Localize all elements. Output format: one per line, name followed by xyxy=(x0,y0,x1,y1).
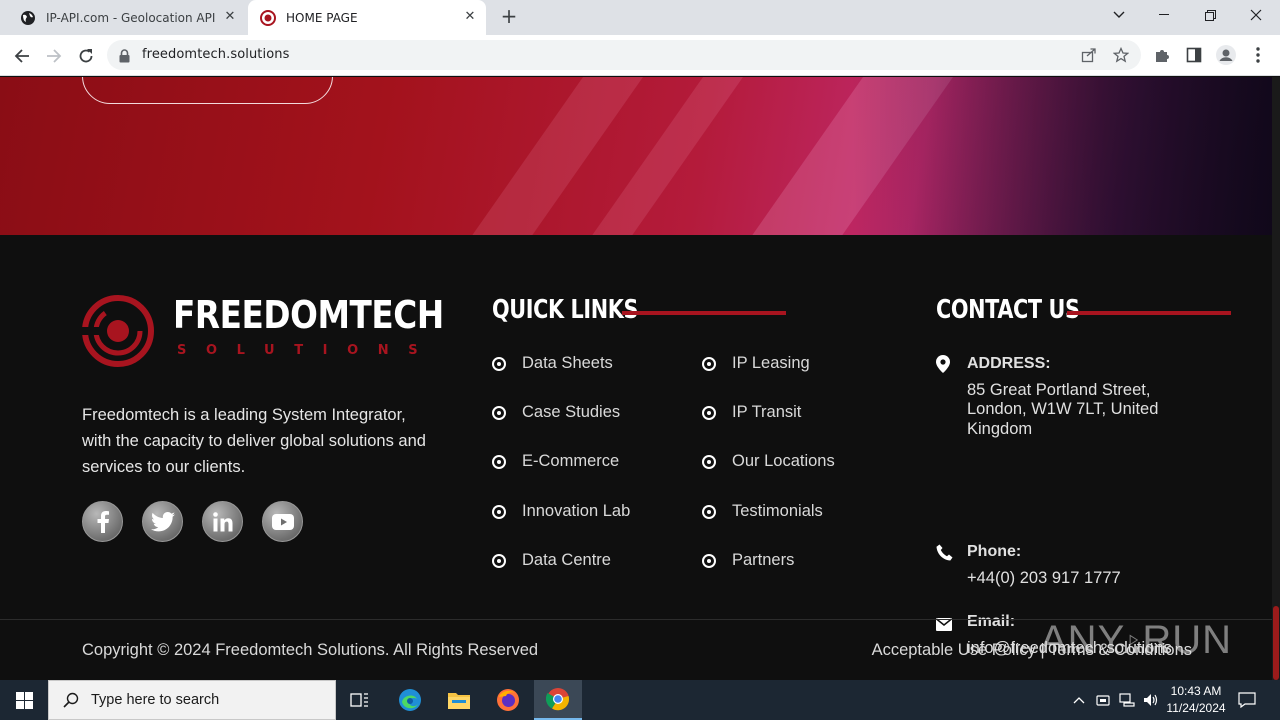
chrome-icon[interactable] xyxy=(534,680,582,720)
twitter-icon[interactable] xyxy=(142,501,183,542)
hero-cta-button[interactable] xyxy=(82,77,333,104)
tray-overflow-chevron-icon[interactable] xyxy=(1068,680,1090,720)
lock-icon[interactable] xyxy=(119,48,131,63)
watermark-right: RUN xyxy=(1142,617,1232,662)
clock-time: 10:43 AM xyxy=(1170,684,1222,698)
brand-tagline: SOLUTIONS xyxy=(177,343,438,358)
forward-arrow-icon[interactable] xyxy=(42,44,66,68)
address-line-1: 85 Great Portland Street, xyxy=(967,381,1151,399)
address-bar[interactable]: freedomtech.solutions xyxy=(107,40,1141,70)
hero-banner xyxy=(0,77,1272,235)
search-icon xyxy=(63,692,79,708)
email-label: Email: xyxy=(967,613,1016,630)
web-page: FREEDOMTECH SOLUTIONS Freedomtech is a l… xyxy=(0,77,1272,680)
logo-mark-icon xyxy=(82,295,154,367)
page-scrollbar-thumb[interactable] xyxy=(1273,606,1279,680)
about-text: Freedomtech is a leading System Integrat… xyxy=(82,406,426,476)
chrome-menu-icon[interactable] xyxy=(1248,45,1268,65)
side-panel-icon[interactable] xyxy=(1184,45,1204,65)
minimize-button[interactable] xyxy=(1141,0,1187,30)
phone-icon xyxy=(936,544,953,561)
target-bullet-icon xyxy=(492,553,506,568)
volume-icon[interactable] xyxy=(1140,680,1162,720)
tab-ip-api[interactable]: IP-API.com - Geolocation API ✕ xyxy=(8,0,246,35)
quick-link-testimonials[interactable]: Testimonials xyxy=(702,502,823,521)
restore-button[interactable] xyxy=(1187,0,1233,30)
contact-us-rule xyxy=(1067,311,1231,315)
target-bullet-icon xyxy=(492,356,506,371)
browser-toolbar: freedomtech.solutions xyxy=(0,35,1280,76)
target-bullet-icon xyxy=(492,504,506,519)
quick-link-our-locations[interactable]: Our Locations xyxy=(702,452,835,471)
firefox-icon[interactable] xyxy=(484,680,532,720)
target-bullet-icon xyxy=(702,504,716,519)
quick-link-ip-leasing[interactable]: IP Leasing xyxy=(702,354,810,373)
bookmark-star-icon[interactable] xyxy=(1112,46,1130,64)
quick-link-ip-transit[interactable]: IP Transit xyxy=(702,403,801,422)
freedomtech-logo[interactable]: FREEDOMTECH SOLUTIONS xyxy=(82,293,444,367)
back-arrow-icon[interactable] xyxy=(10,44,34,68)
target-bullet-icon xyxy=(702,454,716,469)
linkedin-icon[interactable] xyxy=(202,501,243,542)
watermark-left: ANY xyxy=(1040,617,1126,662)
quick-link-data-sheets[interactable]: Data Sheets xyxy=(492,354,613,373)
map-pin-icon xyxy=(936,355,952,373)
meet-now-icon[interactable] xyxy=(1092,680,1114,720)
quick-links-title: QUICK LINKS xyxy=(492,295,639,325)
facebook-icon[interactable] xyxy=(82,501,123,542)
tab-title: HOME PAGE xyxy=(286,10,358,25)
quick-link-innovation-lab[interactable]: Innovation Lab xyxy=(492,502,630,521)
copyright-text: Copyright © 2024 Freedomtech Solutions. … xyxy=(82,641,539,659)
tab-search-chevron-icon[interactable] xyxy=(1096,0,1142,30)
brand-name: FREEDOMTECH xyxy=(173,293,444,337)
file-explorer-icon[interactable] xyxy=(435,680,483,720)
browser-tabstrip: IP-API.com - Geolocation API ✕ HOME PAGE… xyxy=(0,0,1280,35)
address-label: ADDRESS: xyxy=(967,355,1051,372)
profile-avatar-icon[interactable] xyxy=(1216,45,1236,65)
close-tab-icon[interactable]: ✕ xyxy=(222,9,238,25)
windows-start-icon[interactable] xyxy=(0,680,48,720)
tab-home-page[interactable]: HOME PAGE ✕ xyxy=(248,0,486,35)
address-line-2: London, W1W 7LT, United xyxy=(967,400,1159,418)
tab-title: IP-API.com - Geolocation API xyxy=(46,10,216,25)
close-window-button[interactable] xyxy=(1233,0,1279,30)
phone-label: Phone: xyxy=(967,543,1022,560)
phone-number[interactable]: +44(0) 203 917 1777 xyxy=(967,569,1197,589)
reload-icon[interactable] xyxy=(74,44,98,68)
target-bullet-icon xyxy=(702,553,716,568)
url-text: freedomtech.solutions xyxy=(142,47,290,62)
target-bullet-icon xyxy=(492,405,506,420)
search-placeholder: Type here to search xyxy=(91,692,220,708)
play-triangle-icon xyxy=(1129,634,1139,646)
globe-icon xyxy=(20,10,36,26)
quick-link-e-commerce[interactable]: E-Commerce xyxy=(492,452,619,471)
clock-date: 11/24/2024 xyxy=(1166,701,1226,715)
quick-links-rule xyxy=(622,311,786,315)
target-bullet-icon xyxy=(702,405,716,420)
extensions-puzzle-icon[interactable] xyxy=(1152,45,1172,65)
quick-link-partners[interactable]: Partners xyxy=(702,551,794,570)
target-bullet-icon xyxy=(492,454,506,469)
edge-browser-icon[interactable] xyxy=(386,680,434,720)
youtube-icon[interactable] xyxy=(262,501,303,542)
taskbar-search-box[interactable]: Type here to search xyxy=(48,680,336,720)
quick-link-data-centre[interactable]: Data Centre xyxy=(492,551,611,570)
taskbar-clock[interactable]: 10:43 AM 11/24/2024 xyxy=(1160,683,1232,717)
address-line-3: Kingdom xyxy=(967,420,1033,438)
close-tab-icon[interactable]: ✕ xyxy=(462,9,478,25)
network-icon[interactable] xyxy=(1115,680,1139,720)
contact-us-title: CONTACT US xyxy=(936,295,1080,325)
acceptable-use-policy-link[interactable]: Acceptable Use Policy xyxy=(872,641,1036,659)
new-tab-button[interactable]: + xyxy=(498,6,520,28)
anyrun-watermark: ANY RUN xyxy=(1040,610,1232,670)
notification-center-icon[interactable] xyxy=(1232,680,1262,720)
share-icon[interactable] xyxy=(1080,46,1098,64)
freedomtech-favicon-icon xyxy=(260,9,276,26)
task-view-icon[interactable] xyxy=(336,680,384,720)
windows-taskbar: Type here to search 10:43 AM 11/24/2024 xyxy=(0,680,1280,720)
target-bullet-icon xyxy=(702,356,716,371)
page-scrollbar[interactable] xyxy=(1272,77,1280,680)
quick-link-case-studies[interactable]: Case Studies xyxy=(492,403,620,422)
